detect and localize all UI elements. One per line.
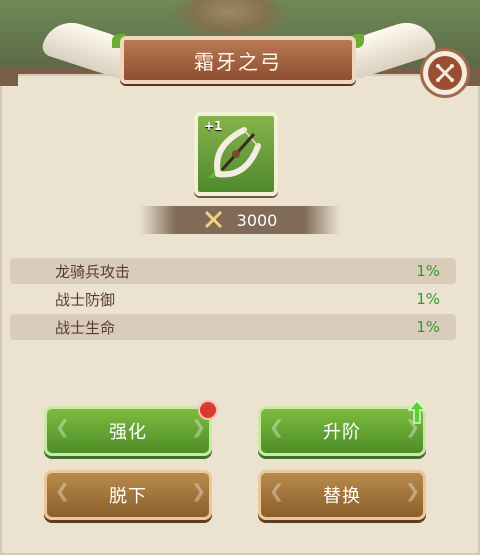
replace-button[interactable]: ❮ 替换 ❯ xyxy=(258,470,426,520)
crossed-swords-icon xyxy=(204,210,222,229)
panel-corner-left xyxy=(0,68,18,86)
notification-dot xyxy=(198,400,218,420)
chevron-right-icon: ❯ xyxy=(191,417,208,438)
page-title: 霜牙之弓 xyxy=(194,49,282,74)
bow-icon xyxy=(208,124,261,178)
combat-power-bar: 3000 xyxy=(140,206,340,234)
upgrade-arrow-icon xyxy=(408,400,426,424)
chevron-left-icon: ❮ xyxy=(269,481,286,502)
enhance-button[interactable]: ❮ 强化 ❯ xyxy=(44,406,212,456)
stat-value: 1% xyxy=(416,318,440,336)
stat-value: 1% xyxy=(416,262,440,280)
stat-row: 战士生命 1% xyxy=(10,314,456,340)
chevron-left-icon: ❮ xyxy=(269,417,286,438)
chevron-right-icon: ❯ xyxy=(191,481,208,502)
background-character xyxy=(170,0,290,40)
chevron-left-icon: ❮ xyxy=(55,417,72,438)
enhance-label: 强化 xyxy=(109,422,147,443)
stat-value: 1% xyxy=(416,290,440,308)
item-icon-frame[interactable]: +1 xyxy=(194,112,278,196)
title-banner: 霜牙之弓 xyxy=(120,36,356,84)
replace-label: 替换 xyxy=(323,486,361,507)
stat-row: 战士防御 1% xyxy=(10,286,456,312)
stat-name: 战士防御 xyxy=(55,290,116,309)
upgrade-label: 升阶 xyxy=(323,422,361,443)
chevron-right-icon: ❯ xyxy=(405,481,422,502)
unequip-button[interactable]: ❮ 脱下 ❯ xyxy=(44,470,212,520)
chevron-left-icon: ❮ xyxy=(55,481,72,502)
close-icon xyxy=(428,56,462,90)
upgrade-button[interactable]: ❮ 升阶 ❯ xyxy=(258,406,426,456)
combat-power-value: 3000 xyxy=(236,210,278,230)
stat-name: 战士生命 xyxy=(55,318,116,337)
stat-row: 龙骑兵攻击 1% xyxy=(10,258,456,284)
unequip-label: 脱下 xyxy=(109,486,147,507)
stat-name: 龙骑兵攻击 xyxy=(55,262,131,281)
close-button[interactable] xyxy=(420,48,470,98)
